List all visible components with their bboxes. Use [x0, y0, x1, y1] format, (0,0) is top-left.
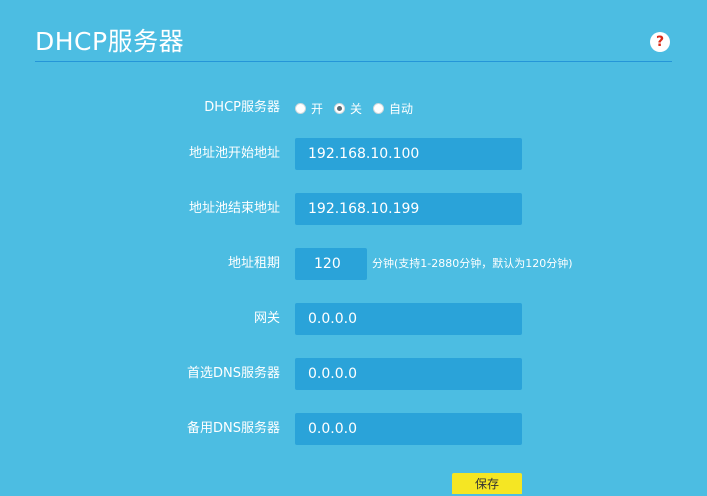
- dhcp-server-radio-group: 开 关 自动: [295, 92, 424, 124]
- header-divider: [35, 61, 672, 62]
- dhcp-server-label: DHCP服务器: [204, 100, 280, 115]
- lease-row: 地址租期 120 分钟(支持1-2880分钟，默认为120分钟): [0, 248, 707, 280]
- pool-end-input[interactable]: 192.168.10.199: [295, 193, 522, 225]
- radio-auto-label[interactable]: 自动: [389, 100, 413, 117]
- gateway-input[interactable]: 0.0.0.0: [295, 303, 522, 335]
- gateway-row: 网关 0.0.0.0: [0, 303, 707, 335]
- pool-end-row: 地址池结束地址 192.168.10.199: [0, 193, 707, 225]
- radio-on-label[interactable]: 开: [311, 100, 323, 117]
- page-title: DHCP服务器: [35, 27, 185, 56]
- dns-secondary-label: 备用DNS服务器: [187, 421, 280, 436]
- radio-auto[interactable]: 自动: [373, 100, 413, 117]
- pool-start-label: 地址池开始地址: [188, 146, 280, 161]
- radio-off[interactable]: 关: [334, 100, 362, 117]
- lease-hint: 分钟(支持1-2880分钟，默认为120分钟): [372, 257, 573, 270]
- gateway-label: 网关: [253, 311, 280, 326]
- dns-primary-row: 首选DNS服务器 0.0.0.0: [0, 358, 707, 390]
- pool-end-label: 地址池结束地址: [188, 201, 280, 216]
- dns-secondary-input[interactable]: 0.0.0.0: [295, 413, 522, 445]
- pool-start-input[interactable]: 192.168.10.100: [295, 138, 522, 170]
- dns-primary-input[interactable]: 0.0.0.0: [295, 358, 522, 390]
- pool-start-row: 地址池开始地址 192.168.10.100: [0, 138, 707, 170]
- radio-off-label[interactable]: 关: [350, 100, 362, 117]
- radio-on[interactable]: 开: [295, 100, 323, 117]
- lease-input[interactable]: 120: [295, 248, 367, 280]
- dns-primary-label: 首选DNS服务器: [187, 366, 280, 381]
- radio-auto-indicator[interactable]: [373, 102, 385, 114]
- dns-secondary-row: 备用DNS服务器 0.0.0.0: [0, 413, 707, 445]
- lease-label: 地址租期: [227, 256, 280, 271]
- radio-off-indicator[interactable]: [334, 102, 346, 114]
- radio-on-indicator[interactable]: [295, 102, 306, 114]
- save-button[interactable]: 保存: [452, 473, 522, 494]
- help-icon[interactable]: ?: [650, 32, 670, 52]
- dhcp-server-row: DHCP服务器 开 关 自动: [0, 92, 707, 124]
